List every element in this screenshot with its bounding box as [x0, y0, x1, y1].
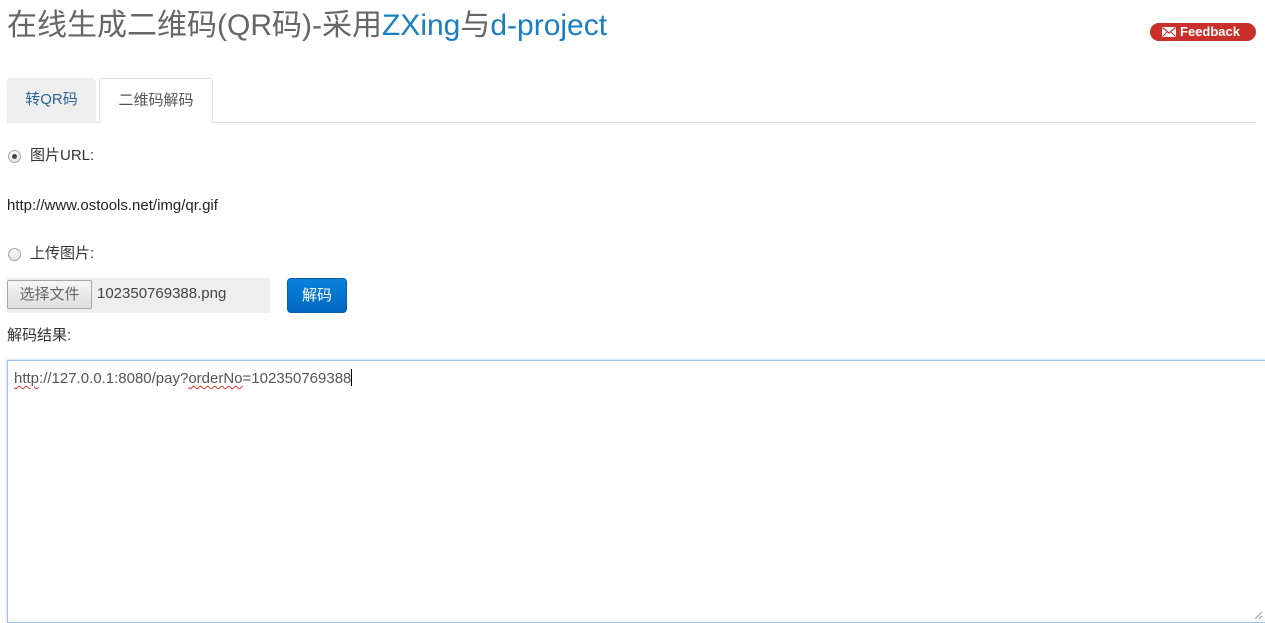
page-title: 在线生成二维码(QR码)-采用ZXing与d-project — [7, 6, 607, 46]
result-host-path: ://127.0.0.1:8080/pay? — [39, 370, 189, 387]
result-param-name: orderNo — [188, 370, 243, 387]
text-caret — [351, 369, 353, 386]
decode-result-text: http://127.0.0.1:8080/pay?orderNo=102350… — [14, 369, 353, 388]
tab-to-qr[interactable]: 转QR码 — [7, 78, 96, 123]
tab-bar: 转QR码 二维码解码 — [7, 78, 1256, 124]
title-connector: 与 — [460, 9, 491, 42]
zxing-link[interactable]: ZXing — [382, 9, 460, 42]
decode-button[interactable]: 解码 — [287, 278, 347, 313]
decode-result-textarea[interactable]: http://127.0.0.1:8080/pay?orderNo=102350… — [7, 360, 1265, 623]
image-url-value[interactable]: http://www.ostools.net/img/qr.gif — [7, 196, 218, 216]
chosen-file-name: 102350769388.png — [97, 285, 227, 302]
image-url-label: 图片URL: — [30, 147, 95, 164]
upload-image-radio[interactable] — [8, 248, 21, 261]
title-text: 在线生成二维码(QR码)-采用 — [7, 9, 382, 42]
tab-qr-decode[interactable]: 二维码解码 — [99, 78, 213, 124]
image-url-radio[interactable] — [8, 150, 21, 163]
mail-icon — [1162, 26, 1176, 37]
feedback-label: Feedback — [1180, 24, 1240, 39]
feedback-button[interactable]: Feedback — [1150, 23, 1256, 41]
result-scheme: http — [14, 370, 40, 387]
result-param-value: =102350769388 — [242, 370, 352, 387]
resize-grip-icon[interactable] — [1254, 611, 1263, 620]
decode-result-label: 解码结果: — [7, 327, 72, 344]
choose-file-button[interactable]: 选择文件 — [7, 280, 92, 309]
upload-image-label: 上传图片: — [30, 245, 95, 262]
file-input[interactable]: 选择文件 102350769388.png — [7, 278, 270, 313]
d-project-link[interactable]: d-project — [490, 9, 607, 42]
